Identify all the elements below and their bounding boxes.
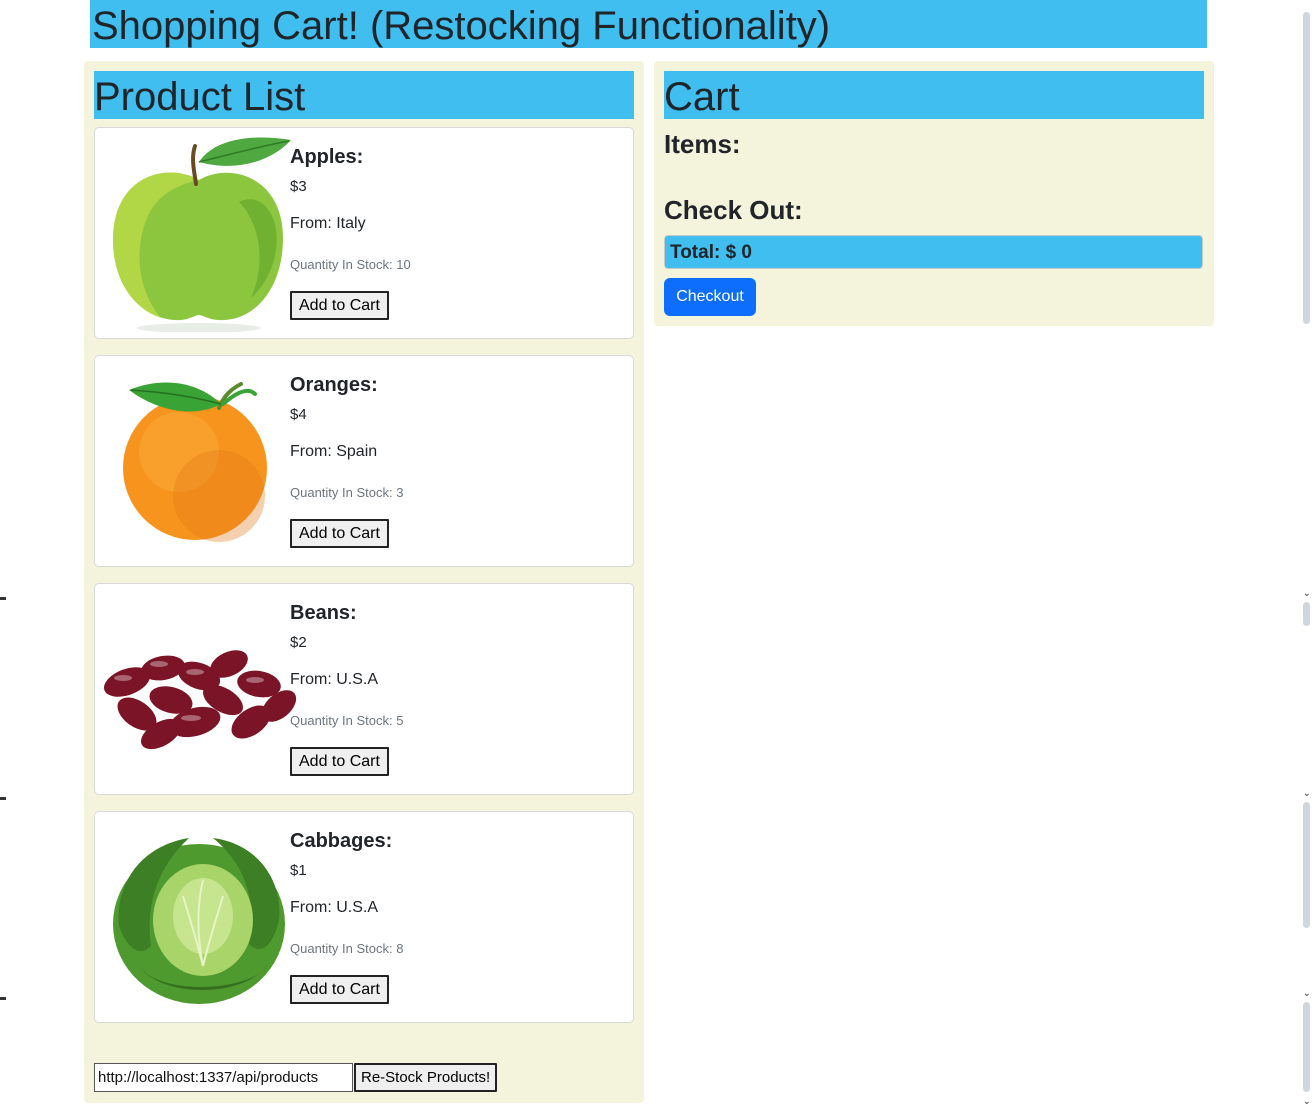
- add-to-cart-button-cabbages[interactable]: Add to Cart: [290, 975, 389, 1004]
- scrollbar-thumb[interactable]: [1303, 12, 1310, 324]
- scrollbar-frame-3[interactable]: ⌄: [1300, 800, 1312, 1000]
- frame-divider: [0, 597, 6, 600]
- cart-items-label: Items:: [664, 129, 741, 159]
- scrollbar-frame-1[interactable]: ⌄: [1300, 0, 1312, 600]
- product-list-panel: Product List Apples: $3 From: Italy Quan…: [84, 61, 644, 1103]
- add-to-cart-button-apples[interactable]: Add to Cart: [290, 291, 389, 320]
- add-to-cart-button-oranges[interactable]: Add to Cart: [290, 519, 389, 548]
- cart-total: Total: $ 0: [664, 235, 1203, 269]
- checkout-button[interactable]: Checkout: [664, 278, 756, 316]
- product-stock: Quantity In Stock: 8: [290, 941, 404, 956]
- product-origin: From: Spain: [290, 443, 378, 460]
- product-price: $2: [290, 634, 307, 651]
- orange-icon: [123, 382, 267, 542]
- restock-button[interactable]: Re-Stock Products!: [354, 1063, 498, 1092]
- product-stock: Quantity In Stock: 3: [290, 485, 404, 500]
- scrollbar-thumb[interactable]: [1303, 602, 1310, 626]
- product-price: $1: [290, 862, 307, 879]
- scroll-down-arrow-icon[interactable]: ⌄: [1303, 788, 1311, 799]
- add-to-cart-button-beans[interactable]: Add to Cart: [290, 747, 389, 776]
- product-card-beans: Beans: $2 From: U.S.A Quantity In Stock:…: [94, 583, 634, 795]
- scroll-down-arrow-icon[interactable]: ⌄: [1303, 988, 1311, 999]
- product-name: Apples:: [290, 146, 364, 168]
- scrollbar-thumb[interactable]: [1303, 802, 1310, 928]
- product-list-heading: Product List: [94, 71, 634, 119]
- scrollbar-thumb[interactable]: [1303, 1002, 1310, 1092]
- product-name: Cabbages:: [290, 830, 393, 852]
- scroll-down-arrow-icon[interactable]: ⌄: [1303, 1096, 1311, 1107]
- product-price: $3: [290, 178, 307, 195]
- page-title: Shopping Cart! (Restocking Functionality…: [90, 0, 1207, 48]
- product-origin: From: U.S.A: [290, 671, 379, 688]
- frame-divider: [0, 797, 6, 800]
- checkout-heading: Check Out:: [664, 195, 803, 225]
- scroll-down-arrow-icon[interactable]: ⌄: [1303, 588, 1311, 599]
- scrollbar-frame-2[interactable]: ⌄: [1300, 600, 1312, 800]
- product-origin: From: Italy: [290, 215, 366, 232]
- product-origin: From: U.S.A: [290, 899, 379, 916]
- product-card-oranges: Oranges: $4 From: Spain Quantity In Stoc…: [94, 355, 634, 567]
- restock-url-input[interactable]: [94, 1063, 353, 1092]
- product-name: Oranges:: [290, 374, 378, 396]
- product-stock: Quantity In Stock: 10: [290, 257, 411, 272]
- product-price: $4: [290, 406, 307, 423]
- apple-icon: [113, 137, 291, 332]
- product-name: Beans:: [290, 602, 357, 624]
- frame-divider: [0, 997, 6, 1000]
- beans-icon: [104, 650, 297, 750]
- cart-heading: Cart: [664, 71, 1204, 119]
- scrollbar-frame-4[interactable]: ⌄: [1300, 1000, 1312, 1108]
- product-stock: Quantity In Stock: 5: [290, 713, 404, 728]
- cart-panel: Cart Items: Check Out: Total: $ 0 Checko…: [654, 61, 1214, 326]
- cabbage-icon: [113, 838, 285, 1004]
- product-card-cabbages: Cabbages: $1 From: U.S.A Quantity In Sto…: [94, 811, 634, 1023]
- product-card-apples: Apples: $3 From: Italy Quantity In Stock…: [94, 127, 634, 339]
